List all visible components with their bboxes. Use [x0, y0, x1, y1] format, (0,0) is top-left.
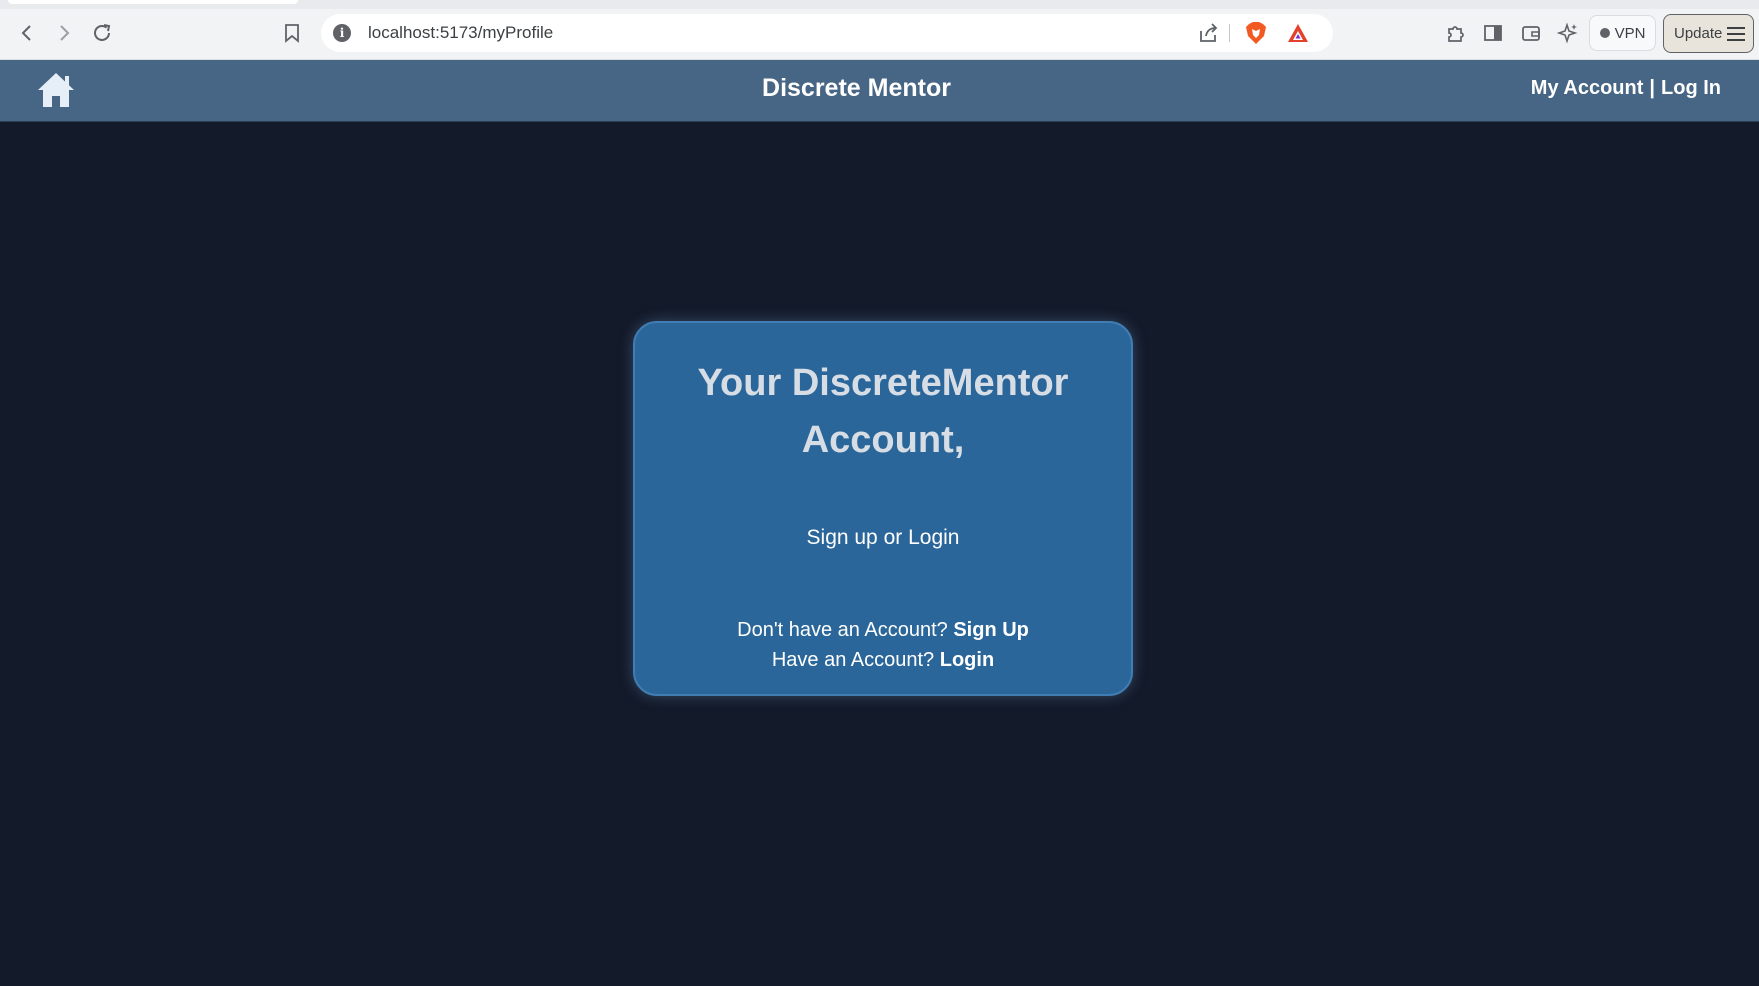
card-subtitle: Sign up or Login [806, 526, 960, 549]
address-bar[interactable]: i localhost:5173/myProfile [321, 14, 1333, 52]
card-title: Your DiscreteMentor Account, [635, 355, 1131, 469]
card-title-line2: Account, [801, 419, 965, 461]
signup-prompt: Don't have an Account? [737, 619, 948, 641]
brave-rewards-icon[interactable] [1285, 21, 1311, 45]
puzzle-icon[interactable] [1443, 20, 1469, 46]
my-account-link[interactable]: My Account [1531, 77, 1644, 100]
url-text[interactable]: localhost:5173/myProfile [368, 23, 553, 43]
app-title: Discrete Mentor [762, 74, 951, 102]
login-link[interactable]: Login [940, 649, 994, 671]
wallet-icon[interactable] [1518, 20, 1544, 46]
vpn-label: VPN [1614, 24, 1646, 42]
bookmark-icon[interactable] [279, 20, 305, 46]
login-prompt: Have an Account? [771, 649, 935, 671]
account-nav: My Account | Log In [1531, 77, 1721, 100]
browser-toolbar: i localhost:5173/myProfile VPN Update [0, 0, 1759, 60]
tab-strip [0, 0, 1759, 9]
sign-up-link[interactable]: Sign Up [953, 619, 1029, 641]
sidebar-icon[interactable] [1480, 20, 1506, 46]
card-title-line1: Your DiscreteMentor [697, 362, 1069, 404]
leo-sparkle-icon[interactable] [1555, 20, 1581, 46]
active-tab[interactable] [8, 0, 298, 4]
log-in-link[interactable]: Log In [1661, 77, 1721, 100]
brave-shields-icon[interactable] [1244, 21, 1268, 45]
login-row: Have an Account? Login [635, 649, 1131, 672]
app-header: Discrete Mentor My Account | Log In [0, 60, 1759, 122]
divider [1229, 24, 1230, 42]
update-button[interactable]: Update [1663, 14, 1754, 53]
update-label: Update [1674, 25, 1723, 42]
account-card: Your DiscreteMentor Account, Sign up or … [633, 321, 1133, 696]
vpn-button[interactable]: VPN [1589, 15, 1656, 51]
forward-icon[interactable] [51, 20, 77, 46]
signup-row: Don't have an Account? Sign Up [635, 619, 1131, 642]
vpn-status-icon [1599, 28, 1610, 38]
reload-icon[interactable] [89, 20, 115, 46]
nav-separator: | [1649, 77, 1656, 99]
back-icon[interactable] [14, 20, 40, 46]
share-icon[interactable] [1197, 22, 1219, 44]
info-icon[interactable]: i [333, 24, 351, 42]
hamburger-icon [1727, 26, 1745, 41]
